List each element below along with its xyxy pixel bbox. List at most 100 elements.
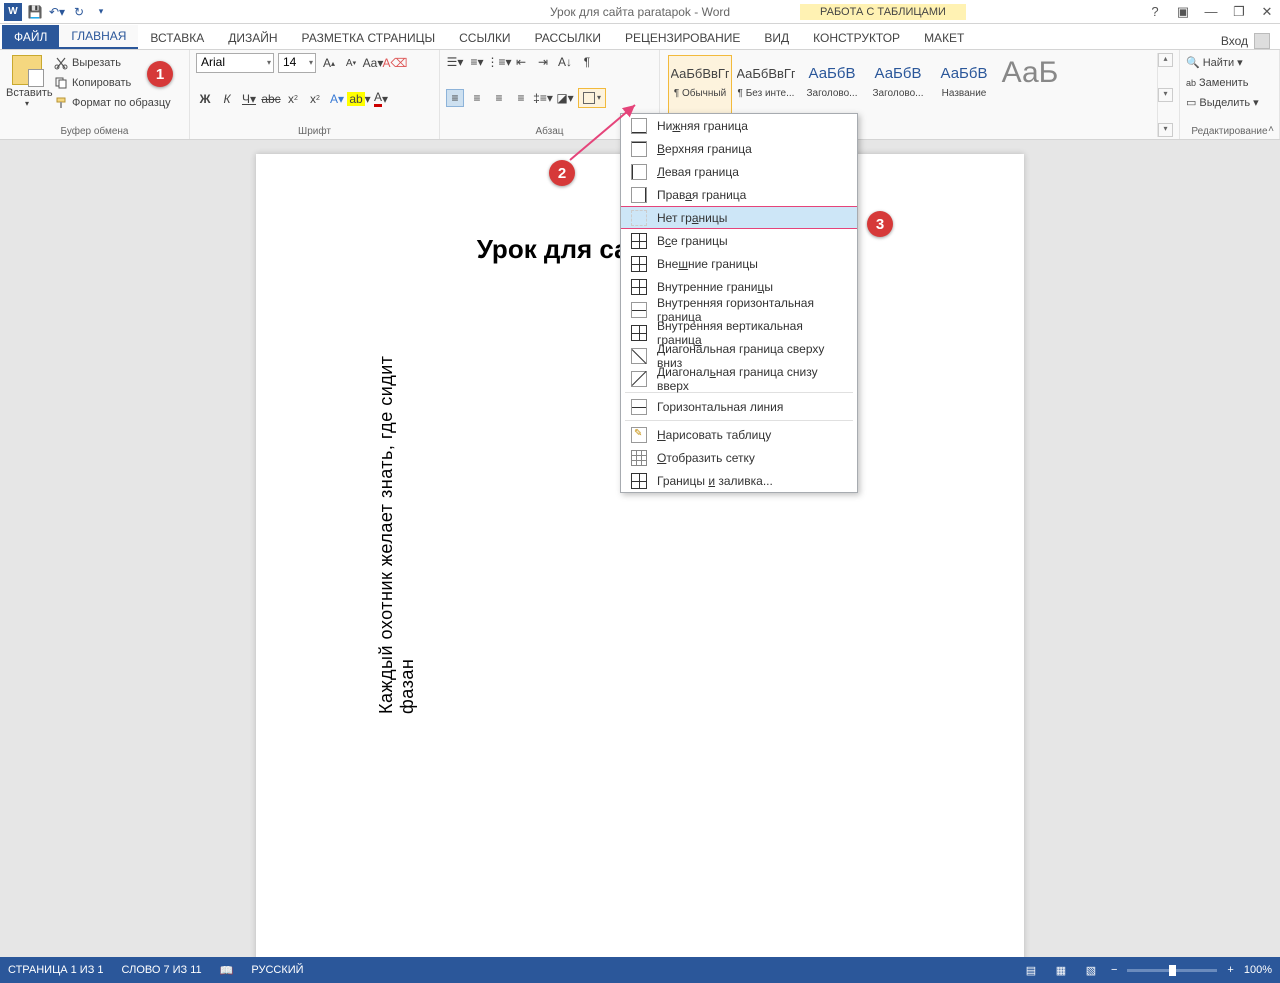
italic-button[interactable]: К [218,90,236,108]
status-page[interactable]: СТРАНИЦА 1 ИЗ 1 [8,964,104,976]
replace-button[interactable]: ab Заменить [1186,73,1273,93]
clear-format-icon[interactable]: A⌫ [386,54,404,72]
border-menu-item[interactable]: Отобразить сетку [621,446,857,469]
grow-font-icon[interactable]: A▴ [320,54,338,72]
change-case-icon[interactable]: Aa▾ [364,54,382,72]
justify-icon[interactable]: ≡ [512,89,530,107]
select-button[interactable]: ▭ Выделить ▾ [1186,93,1273,113]
redo-icon[interactable]: ↻ [70,3,88,21]
increase-indent-icon[interactable]: ⇥ [534,53,552,71]
maximize-icon[interactable]: ❐ [1230,4,1248,20]
border-menu-item[interactable]: Нижняя граница [621,114,857,137]
read-mode-icon[interactable]: ▤ [1021,961,1041,979]
style-item[interactable]: АаБ [998,55,1062,115]
border-menu-item[interactable]: Все границы [621,229,857,252]
highlight-icon[interactable]: ab▾ [350,90,368,108]
bullets-icon[interactable]: ☰▾ [446,53,464,71]
align-center-icon[interactable]: ≡ [468,89,486,107]
border-menu-item[interactable]: Границы и заливка... [621,469,857,492]
tab-table-layout[interactable]: МАКЕТ [912,27,976,49]
shrink-font-icon[interactable]: A▾ [342,54,360,72]
border-menu-item[interactable]: Нет границы [621,206,857,229]
style-item[interactable]: АаБбВНазвание [932,55,996,115]
undo-icon[interactable]: ↶▾ [48,3,66,21]
subscript-button[interactable]: x2 [284,90,302,108]
border-menu-item[interactable]: Внешние границы [621,252,857,275]
qat-customize-icon[interactable]: ▾ [92,3,110,21]
tab-design[interactable]: ДИЗАЙН [216,27,289,49]
window-controls: ? ▣ — ❐ ✕ [1146,4,1276,20]
numbering-icon[interactable]: ≡▾ [468,53,486,71]
align-right-icon[interactable]: ≡ [490,89,508,107]
show-marks-icon[interactable]: ¶ [578,53,596,71]
text-effects-icon[interactable]: A▾ [328,90,346,108]
format-painter-button[interactable]: Формат по образцу [54,93,171,113]
zoom-in-icon[interactable]: + [1227,964,1233,976]
status-words[interactable]: СЛОВО 7 ИЗ 11 [122,964,202,976]
tab-mailings[interactable]: РАССЫЛКИ [523,27,613,49]
border-icon [631,450,647,466]
gallery-more-icon[interactable]: ▾ [1158,123,1173,137]
zoom-slider[interactable] [1127,969,1217,972]
border-menu-item[interactable]: Нарисовать таблицу [621,423,857,446]
group-label-clipboard: Буфер обмена [6,124,183,137]
border-icon [631,348,647,364]
window-title: Урок для сайта paratapok - Word [550,5,730,19]
font-size-combo[interactable]: 14▾ [278,53,316,73]
gallery-down-icon[interactable]: ▾ [1158,88,1173,102]
strikethrough-button[interactable]: abc [262,90,280,108]
tab-table-design[interactable]: КОНСТРУКТОР [801,27,912,49]
border-icon [631,325,647,341]
tab-file[interactable]: ФАЙЛ [2,25,59,49]
minimize-icon[interactable]: — [1202,4,1220,20]
style-item[interactable]: АаБбВвГг¶ Без инте... [734,55,798,115]
style-item[interactable]: АаБбВЗаголово... [800,55,864,115]
quick-access-toolbar: W 💾 ↶▾ ↻ ▾ [0,3,110,21]
save-icon[interactable]: 💾 [26,3,44,21]
font-color-icon[interactable]: A▾ [372,90,390,108]
border-menu-item[interactable]: Верхняя граница [621,137,857,160]
border-menu-item[interactable]: Левая граница [621,160,857,183]
status-language[interactable]: РУССКИЙ [251,964,303,976]
sort-icon[interactable]: A↓ [556,53,574,71]
sign-in[interactable]: Вход [1221,33,1270,49]
tab-view[interactable]: ВИД [752,27,801,49]
web-layout-icon[interactable]: ▧ [1081,961,1101,979]
title-bar: W 💾 ↶▾ ↻ ▾ Урок для сайта paratapok - Wo… [0,0,1280,24]
border-menu-item[interactable]: Правая граница [621,183,857,206]
border-menu-item[interactable]: Горизонтальная линия [621,395,857,418]
chevron-down-icon: ▾ [309,58,313,67]
zoom-out-icon[interactable]: − [1111,964,1117,976]
gallery-up-icon[interactable]: ▴ [1158,53,1173,67]
border-icon [631,233,647,249]
border-menu-item[interactable]: Диагональная граница снизу вверх [621,367,857,390]
print-layout-icon[interactable]: ▦ [1051,961,1071,979]
style-item[interactable]: АаБбВвГг¶ Обычный [668,55,732,115]
help-icon[interactable]: ? [1146,4,1164,20]
close-icon[interactable]: ✕ [1258,4,1276,20]
tab-page-layout[interactable]: РАЗМЕТКА СТРАНИЦЫ [290,27,448,49]
status-proofing-icon[interactable]: 📖 [220,964,234,977]
paste-button[interactable]: Вставить ▾ [6,53,48,113]
align-left-icon[interactable]: ≡ [446,89,464,107]
tab-references[interactable]: ССЫЛКИ [447,27,522,49]
superscript-button[interactable]: x2 [306,90,324,108]
font-name-combo[interactable]: Arial▾ [196,53,274,73]
tab-review[interactable]: РЕЦЕНЗИРОВАНИЕ [613,27,752,49]
ribbon-display-icon[interactable]: ▣ [1174,4,1192,20]
line-spacing-icon[interactable]: ‡≡▾ [534,89,552,107]
border-icon [631,427,647,443]
multilevel-icon[interactable]: ⋮≡▾ [490,53,508,71]
zoom-level[interactable]: 100% [1244,964,1272,976]
border-icon [631,187,647,203]
bold-button[interactable]: Ж [196,90,214,108]
underline-button[interactable]: Ч▾ [240,90,258,108]
tab-insert[interactable]: ВСТАВКА [138,27,216,49]
border-icon [631,399,647,415]
border-icon [631,473,647,489]
collapse-ribbon-icon[interactable]: ˄ [1268,124,1274,135]
style-item[interactable]: АаБбВЗаголово... [866,55,930,115]
find-button[interactable]: 🔍 Найти ▾ [1186,53,1273,73]
tab-home[interactable]: ГЛАВНАЯ [59,25,138,49]
decrease-indent-icon[interactable]: ⇤ [512,53,530,71]
